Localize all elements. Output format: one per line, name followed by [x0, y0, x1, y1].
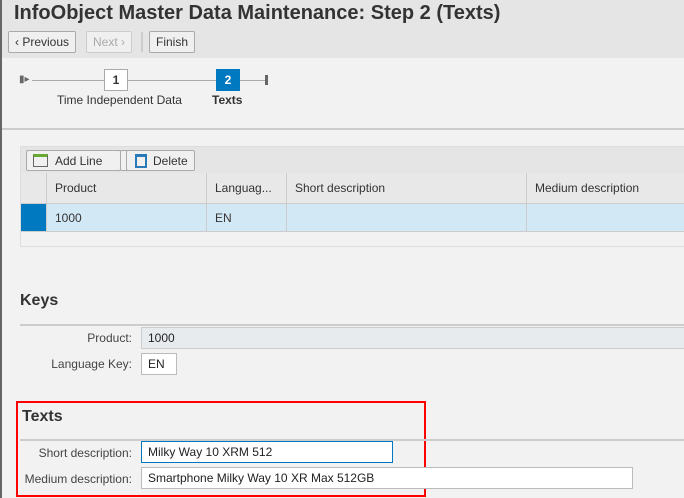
product-label: Product: [87, 331, 132, 345]
keys-divider [20, 324, 684, 326]
cell-language: EN [207, 204, 287, 231]
header: InfoObject Master Data Maintenance: Step… [2, 0, 684, 58]
keys-heading: Keys [20, 292, 59, 309]
toolbar-divider [141, 32, 143, 52]
roadmap-start-icon: ▮▸ [19, 74, 30, 85]
short-description-input[interactable] [141, 441, 393, 463]
medium-description-input[interactable] [141, 467, 633, 489]
col-short-description[interactable]: Short description [287, 173, 527, 203]
previous-button[interactable]: ‹ Previous [8, 31, 77, 53]
texts-table: Add Line Delete Product Languag... Short… [20, 146, 684, 247]
medium-description-label: Medium description: [24, 472, 132, 486]
table-row[interactable]: 1000 EN [21, 204, 684, 232]
row-selector[interactable] [21, 204, 47, 231]
texts-heading: Texts [22, 408, 63, 425]
step-1[interactable]: 1 [104, 69, 128, 91]
language-key-label: Language Key: [51, 357, 132, 371]
chevron-right-icon: › [117, 35, 126, 49]
roadmap-end-icon [260, 75, 268, 85]
add-line-label: Add Line [55, 154, 103, 168]
col-medium-description[interactable]: Medium description [527, 173, 684, 203]
page-title: InfoObject Master Data Maintenance: Step… [14, 2, 501, 24]
table-toolbar: Add Line Delete [21, 147, 684, 173]
add-row-icon [33, 154, 48, 167]
previous-label: Previous [22, 35, 70, 49]
next-button[interactable]: Next › [86, 31, 133, 53]
step-2-label[interactable]: Texts [212, 93, 242, 107]
cell-product: 1000 [47, 204, 207, 231]
finish-button[interactable]: Finish [149, 31, 196, 53]
col-product[interactable]: Product [47, 173, 207, 203]
language-key-field: EN [141, 353, 177, 375]
col-language[interactable]: Languag... [207, 173, 287, 203]
product-field: 1000 [141, 327, 684, 349]
step-2[interactable]: 2 [216, 69, 240, 91]
delete-label: Delete [153, 154, 188, 168]
next-label: Next [93, 35, 118, 49]
add-line-button[interactable]: Add Line [26, 150, 121, 171]
delete-button[interactable]: Delete [126, 150, 195, 171]
selector-header [21, 173, 47, 203]
step-1-label[interactable]: Time Independent Data [57, 93, 182, 107]
table-header: Product Languag... Short description Med… [21, 173, 684, 204]
cell-short-description [287, 204, 527, 231]
roadmap: ▮▸ 1 Time Independent Data 2 Texts [2, 58, 684, 130]
short-description-label: Short description: [38, 446, 132, 460]
trash-icon [135, 154, 147, 168]
cell-medium-description [527, 204, 684, 231]
